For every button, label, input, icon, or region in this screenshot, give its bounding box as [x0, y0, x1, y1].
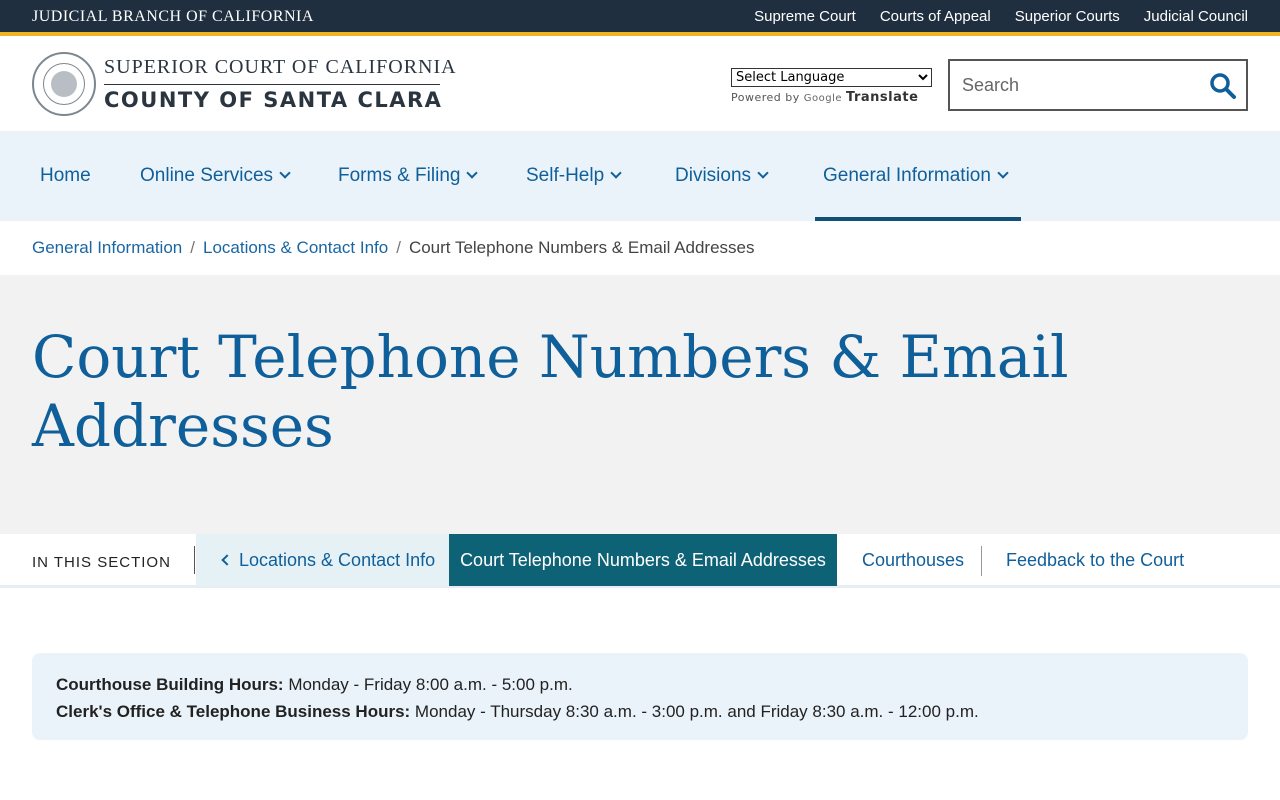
- judicial-links: Supreme Court Courts of Appeal Superior …: [754, 8, 1248, 25]
- judicial-branch-title[interactable]: JUDICIAL BRANCH OF CALIFORNIA: [32, 8, 314, 26]
- building-hours-label: Courthouse Building Hours:: [56, 675, 284, 694]
- court-seal-logo[interactable]: [32, 52, 96, 116]
- translate-label[interactable]: Translate: [846, 90, 918, 105]
- section-link-courthouses[interactable]: Courthouses: [862, 534, 964, 586]
- building-hours-value: Monday - Friday 8:00 a.m. - 5:00 p.m.: [283, 675, 573, 694]
- seal-emblem: [51, 71, 77, 97]
- breadcrumb-general-information[interactable]: General Information: [32, 238, 182, 257]
- link-superior-courts[interactable]: Superior Courts: [1015, 8, 1120, 25]
- chevron-down-icon: [279, 167, 291, 179]
- breadcrumb: General Information / Locations & Contact …: [32, 238, 754, 258]
- search-button[interactable]: [1208, 71, 1238, 101]
- chevron-down-icon: [757, 167, 769, 179]
- section-current-tab[interactable]: Court Telephone Numbers & Email Addresse…: [449, 534, 837, 586]
- section-current-label: Court Telephone Numbers & Email Addresse…: [460, 550, 826, 570]
- section-divider: [194, 546, 195, 574]
- nav-home-label: Home: [40, 165, 91, 186]
- logo-court-name[interactable]: SUPERIOR COURT OF CALIFORNIA: [104, 56, 457, 79]
- chevron-down-icon: [997, 167, 1009, 179]
- page-title: Court Telephone Numbers & Email Addresse…: [32, 323, 1069, 460]
- hours-info-box: Courthouse Building Hours: Monday - Frid…: [32, 653, 1248, 740]
- language-select[interactable]: Select Language: [731, 68, 932, 87]
- in-this-section-label: IN THIS SECTION: [32, 554, 171, 571]
- building-hours-row: Courthouse Building Hours: Monday - Frid…: [56, 671, 1224, 698]
- search-box: [948, 59, 1248, 111]
- section-link-divider: [981, 546, 982, 576]
- breadcrumb-separator: /: [190, 238, 195, 257]
- clerk-hours-label: Clerk's Office & Telephone Business Hour…: [56, 702, 411, 721]
- translate-widget: Select Language Powered by Google Transl…: [731, 68, 932, 105]
- section-back-label: Locations & Contact Info: [239, 550, 436, 570]
- nav-self-help[interactable]: Self-Help: [518, 131, 628, 221]
- logo-divider: [104, 84, 440, 85]
- search-input[interactable]: [962, 73, 1202, 97]
- section-back-link[interactable]: Locations & Contact Info: [196, 534, 449, 586]
- breadcrumb-current: Court Telephone Numbers & Email Addresse…: [408, 238, 755, 257]
- page-hero: Court Telephone Numbers & Email Addresse…: [0, 275, 1280, 534]
- nav-forms-filing-label: Forms & Filing: [338, 165, 461, 186]
- nav-forms-filing[interactable]: Forms & Filing: [330, 131, 484, 221]
- breadcrumb-locations-contact[interactable]: Locations & Contact Info: [203, 238, 388, 257]
- nav-general-information[interactable]: General Information: [815, 131, 1021, 221]
- link-judicial-council[interactable]: Judicial Council: [1144, 8, 1248, 25]
- link-courts-of-appeal[interactable]: Courts of Appeal: [880, 8, 991, 25]
- chevron-down-icon: [610, 167, 622, 179]
- chevron-left-icon: [221, 554, 233, 566]
- powered-by-google: Powered by Google Translate: [731, 90, 932, 105]
- breadcrumb-separator: /: [396, 238, 401, 257]
- site-header: SUPERIOR COURT OF CALIFORNIA COUNTY OF S…: [0, 40, 1280, 131]
- nav-self-help-label: Self-Help: [526, 165, 605, 186]
- main-navigation: Home Online Services Forms & Filing Self…: [0, 131, 1280, 221]
- nav-online-services[interactable]: Online Services: [132, 131, 297, 221]
- chevron-down-icon: [466, 167, 479, 179]
- clerk-hours-row: Clerk's Office & Telephone Business Hour…: [56, 698, 1224, 725]
- link-supreme-court[interactable]: Supreme Court: [754, 8, 856, 25]
- clerk-hours-value: Monday - Thursday 8:30 a.m. - 3:00 p.m. …: [410, 702, 979, 721]
- nav-divisions-label: Divisions: [675, 165, 752, 186]
- nav-general-information-label: General Information: [823, 165, 991, 186]
- section-link-feedback[interactable]: Feedback to the Court: [1006, 534, 1184, 586]
- judicial-branch-bar: JUDICIAL BRANCH OF CALIFORNIA Supreme Co…: [0, 0, 1280, 36]
- search-icon: [1210, 73, 1236, 99]
- nav-divisions[interactable]: Divisions: [667, 131, 775, 221]
- nav-online-services-label: Online Services: [140, 165, 274, 186]
- google-logo-text[interactable]: Google: [804, 93, 842, 104]
- nav-home[interactable]: Home: [32, 131, 99, 221]
- powered-by-label: Powered by: [731, 91, 800, 104]
- logo-county-name[interactable]: COUNTY OF SANTA CLARA: [104, 88, 442, 112]
- in-this-section-nav: IN THIS SECTION Locations & Contact Info…: [0, 534, 1280, 588]
